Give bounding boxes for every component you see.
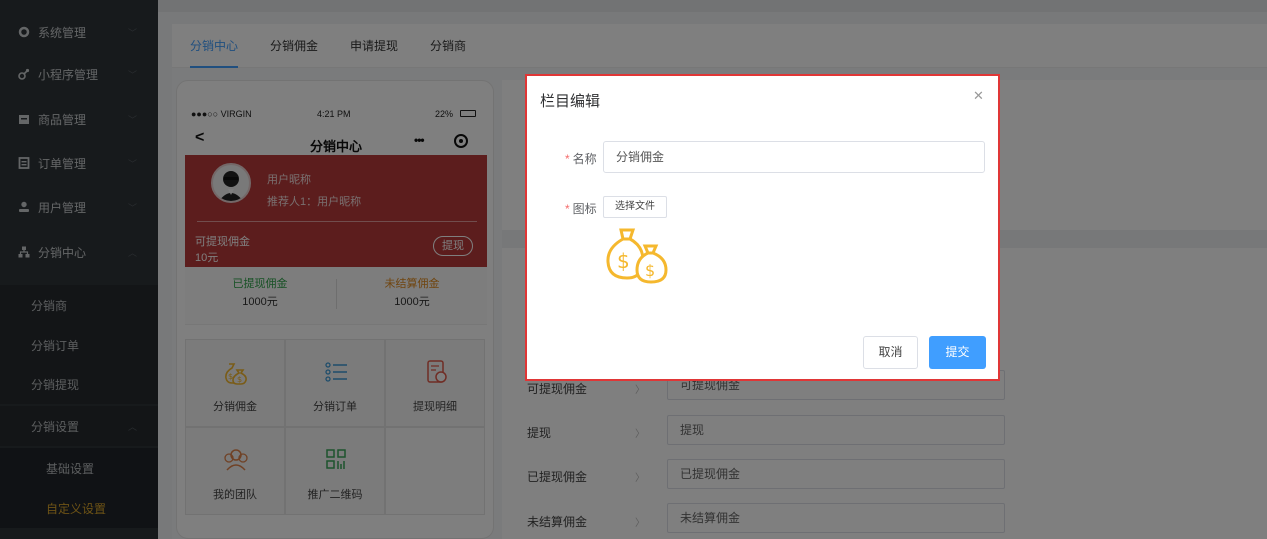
name-label-text: 名称 (572, 152, 597, 166)
choose-file-button[interactable]: 选择文件 (603, 196, 667, 218)
submit-button[interactable]: 提交 (929, 336, 986, 369)
cancel-button[interactable]: 取消 (863, 336, 918, 369)
close-icon[interactable]: ✕ (973, 88, 984, 104)
edit-column-dialog: 栏目编辑 ✕ * 名称 分销佣金 * 图标 选择文件 $ $ 取消 提交 (525, 74, 1000, 381)
svg-text:$: $ (617, 249, 630, 273)
money-bag-icon: $ $ (606, 228, 668, 284)
icon-label-text: 图标 (572, 202, 597, 216)
required-mark: * (565, 152, 570, 166)
name-label: * 名称 (565, 150, 597, 167)
icon-label: * 图标 (565, 200, 597, 217)
required-mark: * (565, 202, 570, 216)
name-input[interactable]: 分销佣金 (603, 141, 985, 173)
svg-text:$: $ (645, 261, 655, 280)
dialog-title: 栏目编辑 (540, 93, 601, 110)
